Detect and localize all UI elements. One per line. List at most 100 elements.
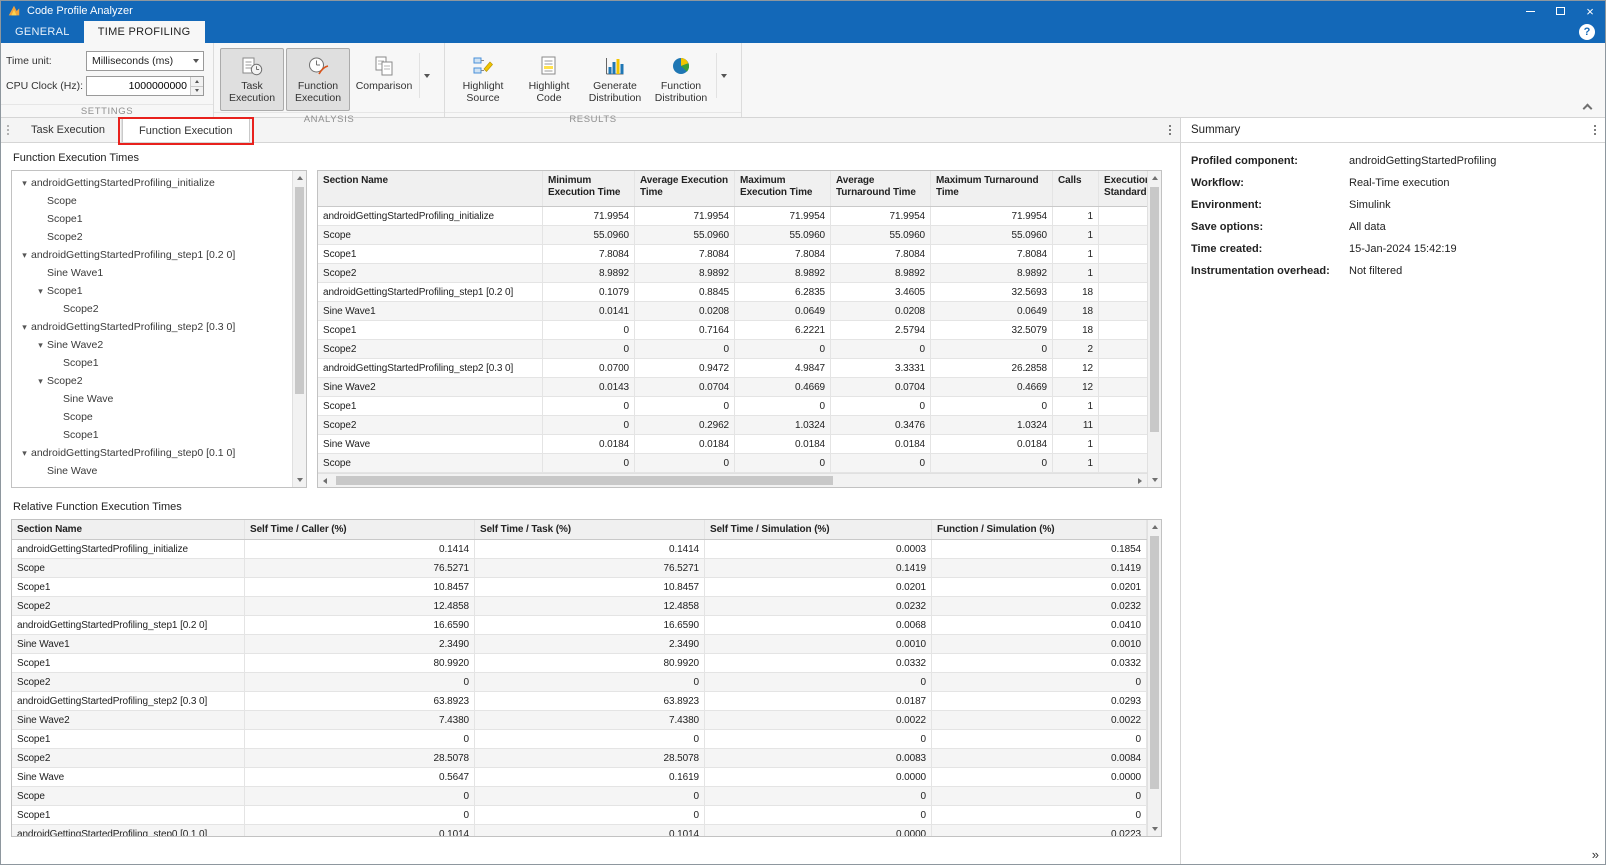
- tree-item[interactable]: ▾androidGettingStartedProfiling_step0 [0…: [12, 444, 292, 462]
- scroll-up-button[interactable]: [1148, 520, 1161, 534]
- scroll-up-button[interactable]: [293, 171, 306, 185]
- relative-vertical-scrollbar[interactable]: [1147, 520, 1161, 836]
- table-row[interactable]: Scope55.096055.096055.096055.096055.0960…: [318, 226, 1147, 245]
- scrollbar-thumb[interactable]: [1150, 187, 1159, 432]
- tab-time-profiling[interactable]: TIME PROFILING: [84, 21, 205, 43]
- scroll-up-button[interactable]: [1148, 171, 1161, 185]
- table-row[interactable]: androidGettingStartedProfiling_step1 [0.…: [318, 283, 1147, 302]
- table-row[interactable]: Scope28.98928.98928.98928.98928.98921: [318, 264, 1147, 283]
- table-row[interactable]: Scope2000002: [318, 340, 1147, 359]
- function-execution-button[interactable]: Function Execution: [286, 48, 350, 111]
- exec-horizontal-scrollbar[interactable]: [318, 473, 1147, 487]
- tree-item[interactable]: Scope2: [12, 300, 292, 318]
- scrollbar-thumb[interactable]: [1150, 536, 1159, 789]
- scroll-right-button[interactable]: [1133, 474, 1147, 487]
- column-header[interactable]: Section Name: [12, 520, 245, 539]
- time-unit-select[interactable]: Milliseconds (ms): [86, 51, 204, 71]
- table-row[interactable]: Scope10000: [12, 806, 1147, 825]
- table-row[interactable]: Sine Wave27.43807.43800.00220.0022: [12, 711, 1147, 730]
- table-row[interactable]: androidGettingStartedProfiling_step1 [0.…: [12, 616, 1147, 635]
- function-distribution-button[interactable]: Function Distribution: [649, 48, 713, 111]
- tab-general[interactable]: GENERAL: [1, 21, 84, 43]
- exec-vertical-scrollbar[interactable]: [1147, 171, 1161, 487]
- column-header[interactable]: Execution Standard: [1099, 171, 1147, 206]
- tree-collapse-icon[interactable]: ▾: [18, 448, 31, 459]
- tree-item[interactable]: ▾androidGettingStartedProfiling_step1 [0…: [12, 246, 292, 264]
- table-row[interactable]: Scope0000: [12, 787, 1147, 806]
- tree-collapse-icon[interactable]: ▾: [34, 286, 47, 297]
- table-row[interactable]: androidGettingStartedProfiling_step0 [0.…: [12, 825, 1147, 836]
- tree-item[interactable]: ▾Scope1: [12, 282, 292, 300]
- column-header[interactable]: Self Time / Task (%): [475, 520, 705, 539]
- table-row[interactable]: Scope212.485812.48580.02320.0232: [12, 597, 1147, 616]
- spin-down-button[interactable]: [191, 86, 203, 96]
- results-dropdown-button[interactable]: [716, 53, 731, 98]
- table-row[interactable]: Scope100.71646.22212.579432.507918: [318, 321, 1147, 340]
- column-header[interactable]: Self Time / Simulation (%): [705, 520, 932, 539]
- tab-options-icon[interactable]: [1169, 118, 1171, 142]
- table-row[interactable]: Sine Wave10.01410.02080.06490.02080.0649…: [318, 302, 1147, 321]
- expand-panel-icon[interactable]: »: [1592, 848, 1599, 861]
- scroll-left-button[interactable]: [318, 474, 332, 487]
- table-row[interactable]: Scope10000: [12, 730, 1147, 749]
- table-row[interactable]: Sine Wave12.34902.34900.00100.0010: [12, 635, 1147, 654]
- scrollbar-track[interactable]: [332, 474, 1133, 487]
- scrollbar-thumb[interactable]: [295, 187, 304, 394]
- scroll-down-button[interactable]: [293, 473, 306, 487]
- column-header[interactable]: Average Turnaround Time: [831, 171, 931, 206]
- table-row[interactable]: Sine Wave0.01840.01840.01840.01840.01841: [318, 435, 1147, 454]
- tree-item[interactable]: Scope2: [12, 228, 292, 246]
- column-header[interactable]: Self Time / Caller (%): [245, 520, 475, 539]
- scrollbar-track[interactable]: [1148, 534, 1161, 822]
- table-row[interactable]: androidGettingStartedProfiling_initializ…: [318, 207, 1147, 226]
- generate-distribution-button[interactable]: Generate Distribution: [583, 48, 647, 111]
- tree-collapse-icon[interactable]: ▾: [34, 376, 47, 387]
- comparison-button[interactable]: Comparison: [352, 48, 416, 111]
- tree-item[interactable]: ▾Sine Wave2: [12, 336, 292, 354]
- close-button[interactable]: ×: [1575, 1, 1605, 21]
- analysis-dropdown-button[interactable]: [419, 53, 434, 98]
- tree-item[interactable]: Sine Wave1: [12, 264, 292, 282]
- table-row[interactable]: Scope110.845710.84570.02010.0201: [12, 578, 1147, 597]
- table-row[interactable]: Scope20000: [12, 673, 1147, 692]
- tree-item[interactable]: Scope1: [12, 210, 292, 228]
- table-row[interactable]: androidGettingStartedProfiling_step2 [0.…: [318, 359, 1147, 378]
- tree-item[interactable]: Scope: [12, 408, 292, 426]
- column-header[interactable]: Maximum Turnaround Time: [931, 171, 1053, 206]
- tree-collapse-icon[interactable]: ▾: [18, 178, 31, 189]
- column-header[interactable]: Calls: [1053, 171, 1099, 206]
- highlight-code-button[interactable]: Highlight Code: [517, 48, 581, 111]
- tree-collapse-icon[interactable]: ▾: [18, 250, 31, 261]
- tree-item[interactable]: Sine Wave: [12, 462, 292, 480]
- maximize-button[interactable]: [1545, 1, 1575, 21]
- tree-item[interactable]: ▾Scope2: [12, 372, 292, 390]
- doc-tab-function-execution[interactable]: Function Execution: [122, 118, 250, 142]
- scrollbar-thumb[interactable]: [336, 476, 833, 485]
- help-button[interactable]: ?: [1579, 24, 1595, 40]
- table-row[interactable]: Scope000001: [318, 454, 1147, 473]
- column-header[interactable]: Minimum Execution Time: [543, 171, 635, 206]
- collapse-toolstrip-button[interactable]: [1581, 102, 1593, 112]
- table-row[interactable]: Sine Wave20.01430.07040.46690.07040.4669…: [318, 378, 1147, 397]
- table-row[interactable]: Scope17.80847.80847.80847.80847.80841: [318, 245, 1147, 264]
- table-row[interactable]: Scope228.507828.50780.00830.0084: [12, 749, 1147, 768]
- highlight-source-button[interactable]: Highlight Source: [451, 48, 515, 111]
- column-header[interactable]: Function / Simulation (%): [932, 520, 1147, 539]
- table-row[interactable]: Sine Wave0.56470.16190.00000.0000: [12, 768, 1147, 787]
- tree-item[interactable]: Scope1: [12, 354, 292, 372]
- table-row[interactable]: androidGettingStartedProfiling_initializ…: [12, 540, 1147, 559]
- tree-item[interactable]: ▾androidGettingStartedProfiling_initiali…: [12, 174, 292, 192]
- tree-collapse-icon[interactable]: ▾: [18, 322, 31, 333]
- tree-collapse-icon[interactable]: ▾: [34, 340, 47, 351]
- table-row[interactable]: Scope200.29621.03240.34761.032411: [318, 416, 1147, 435]
- scrollbar-track[interactable]: [293, 185, 306, 473]
- tree-item[interactable]: ▾androidGettingStartedProfiling_step2 [0…: [12, 318, 292, 336]
- table-row[interactable]: androidGettingStartedProfiling_step2 [0.…: [12, 692, 1147, 711]
- table-row[interactable]: Scope1000001: [318, 397, 1147, 416]
- table-row[interactable]: Scope180.992080.99200.03320.0332: [12, 654, 1147, 673]
- column-header[interactable]: Average Execution Time: [635, 171, 735, 206]
- column-header[interactable]: Section Name: [318, 171, 543, 206]
- tree-vertical-scrollbar[interactable]: [292, 171, 306, 487]
- scroll-down-button[interactable]: [1148, 822, 1161, 836]
- minimize-button[interactable]: [1515, 1, 1545, 21]
